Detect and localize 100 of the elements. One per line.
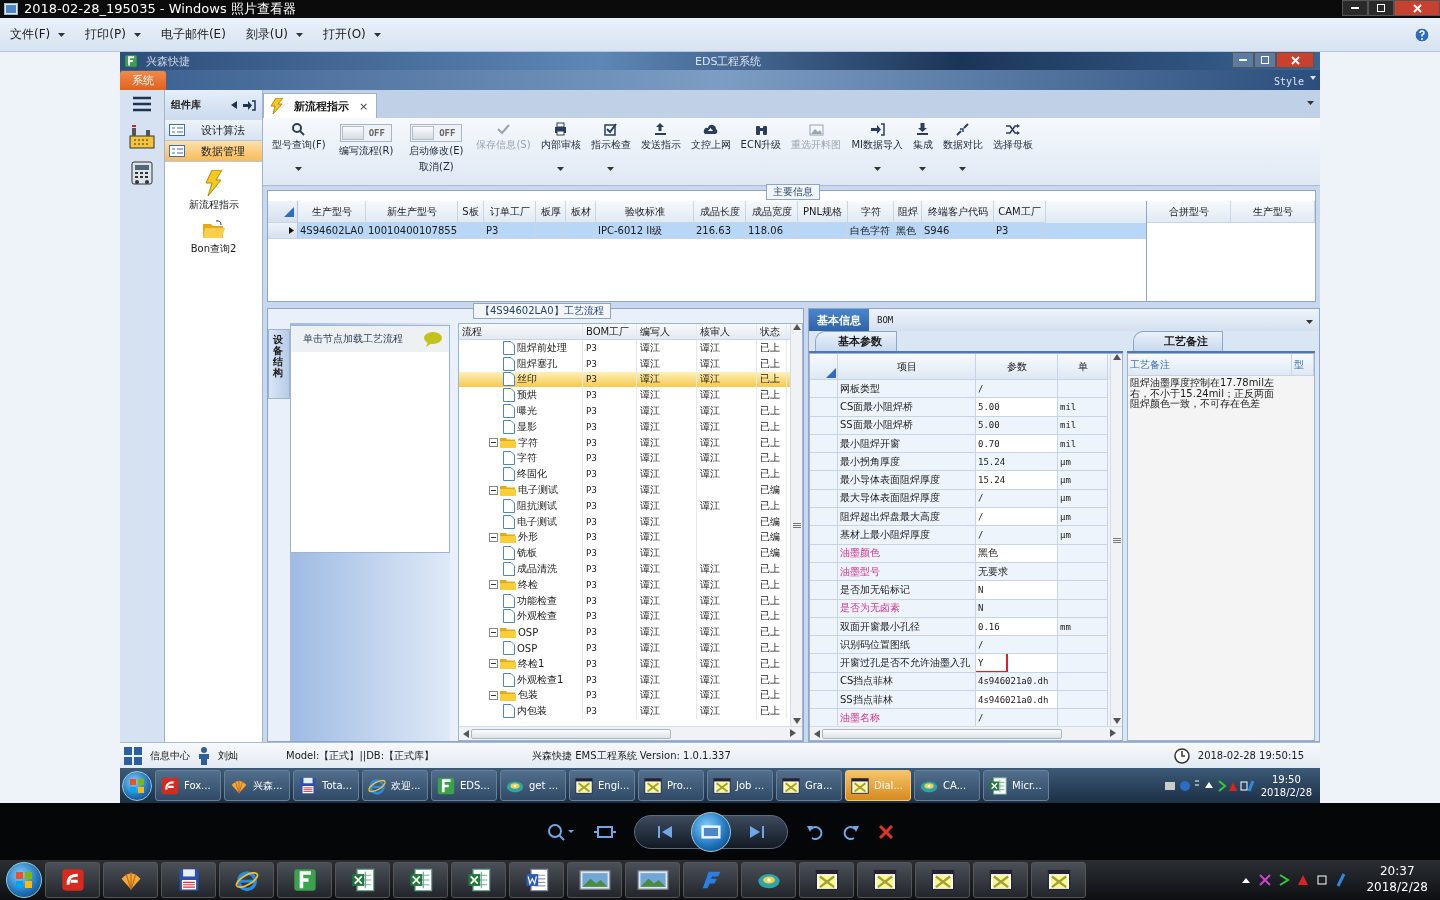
- previous-icon[interactable]: [657, 824, 673, 839]
- taskbar-button[interactable]: [45, 862, 100, 898]
- caret-icon[interactable]: [296, 32, 303, 37]
- next-icon[interactable]: [749, 824, 765, 839]
- taskbar-button[interactable]: Tota...: [293, 770, 359, 801]
- taskbar-button[interactable]: Gra...: [776, 770, 842, 801]
- start-button[interactable]: [6, 862, 42, 898]
- toolbar-button[interactable]: 型号查询(F): [269, 122, 329, 173]
- tree-row[interactable]: 阻焊前处理 P3 谭江 谭江 已上: [459, 340, 790, 356]
- sign-in-icon[interactable]: [243, 99, 256, 111]
- scrollbar[interactable]: [459, 726, 802, 740]
- taskbar-button[interactable]: [857, 862, 912, 898]
- taskbar-button[interactable]: CA...: [914, 770, 980, 801]
- tree-row[interactable]: 外形 P3 谭江 已编: [459, 529, 790, 546]
- close-button[interactable]: [1276, 52, 1314, 68]
- taskbar-button[interactable]: [915, 862, 970, 898]
- caret-icon[interactable]: [133, 32, 141, 37]
- tree-row[interactable]: 电子测试 P3 谭江 已编: [459, 513, 790, 530]
- menu-item[interactable]: 打印(P): [85, 26, 141, 43]
- start-button[interactable]: [122, 770, 152, 801]
- slideshow-button[interactable]: [691, 811, 731, 852]
- toolbar-button[interactable]: 发送指示: [637, 122, 684, 152]
- tree-row[interactable]: 曝光 P3 谭江 谭江 已上: [459, 403, 790, 419]
- zoom-icon[interactable]: [546, 821, 576, 842]
- lightning-icon[interactable]: [203, 170, 224, 196]
- scrollbar[interactable]: [810, 726, 1122, 740]
- minimize-button[interactable]: [1232, 52, 1254, 68]
- tree-row[interactable]: 字符 P3 谭江 谭江 已上: [459, 450, 790, 467]
- table-row[interactable]: SS挡点菲林 4s946021a0.dh: [810, 691, 1110, 710]
- table-row[interactable]: 最小拐角厚度 15.24 μm: [810, 453, 1110, 472]
- table-row[interactable]: 油墨名称 /: [810, 709, 1110, 726]
- tree-row[interactable]: 电子测试 P3 谭江 已编: [459, 482, 790, 498]
- toggle-switch[interactable]: OFF: [339, 124, 392, 142]
- taskbar-button[interactable]: [161, 862, 216, 898]
- taskbar-button[interactable]: EDS...: [431, 770, 497, 801]
- tree-row[interactable]: 终检1 P3 谭江 谭江 已上: [459, 655, 790, 672]
- tree-row[interactable]: OSP P3 谭江 谭江 已上: [459, 640, 790, 656]
- tree-row[interactable]: 丝印 P3 谭江 谭江 已上: [459, 371, 790, 388]
- taskbar-button[interactable]: [741, 862, 796, 898]
- taskbar-button[interactable]: [1031, 862, 1086, 898]
- menu-item[interactable]: 刻录(U): [245, 26, 303, 43]
- taskbar-button[interactable]: 兴森...: [224, 770, 290, 801]
- collapse-icon[interactable]: [489, 438, 498, 448]
- maximize-button[interactable]: [1368, 0, 1394, 16]
- taskbar-button[interactable]: [799, 862, 854, 898]
- taskbar-button[interactable]: [509, 862, 564, 898]
- collapse-icon[interactable]: [489, 580, 498, 590]
- menu-item[interactable]: 打开(O): [323, 26, 381, 43]
- caret-icon[interactable]: [873, 167, 881, 171]
- scroll-right-icon[interactable]: [790, 728, 798, 737]
- help-icon[interactable]: [1414, 26, 1430, 43]
- toolbar-button[interactable]: 数据对比: [939, 122, 986, 173]
- tree-row[interactable]: 外观检查1 P3 谭江 谭江 已上: [459, 671, 790, 688]
- tree-row[interactable]: 终检 P3 谭江 谭江 已上: [459, 576, 790, 593]
- factory-icon[interactable]: [128, 122, 156, 150]
- toolbar-button[interactable]: MI数据导入: [848, 122, 906, 173]
- scrollbar[interactable]: [790, 324, 802, 726]
- taskbar-button[interactable]: [219, 862, 274, 898]
- scroll-up-icon[interactable]: [792, 324, 801, 332]
- tree-row[interactable]: 包装 P3 谭江 谭江 已上: [459, 687, 790, 704]
- delete-icon[interactable]: [878, 823, 894, 840]
- collapse-icon[interactable]: [489, 532, 498, 542]
- table-row[interactable]: 4S94602LA0 10010400107855 P3 IPC-6012 II级 216.63 118.06 白色字符 黑色 S946 P3: [268, 223, 1146, 239]
- collapse-icon[interactable]: [489, 485, 498, 495]
- toolbar-button[interactable]: 内部审核: [537, 122, 584, 173]
- tool-label[interactable]: Bon查询2: [190, 242, 237, 256]
- toolbar-button[interactable]: 选择母板: [989, 122, 1036, 152]
- taskbar-button[interactable]: [625, 862, 680, 898]
- triangle-left-icon[interactable]: [231, 101, 237, 109]
- table-row[interactable]: 是否加无铅标记 N: [810, 581, 1110, 600]
- tree-row[interactable]: 显影 P3 谭江 谭江 已上: [459, 419, 790, 435]
- section-tab[interactable]: 工艺备注: [1133, 331, 1223, 351]
- table-row[interactable]: 开窗过孔是否不允许油墨入孔 Y: [810, 654, 1110, 673]
- caret-icon[interactable]: [373, 32, 381, 37]
- tool-label[interactable]: 新流程指示: [188, 198, 239, 212]
- calculator-icon[interactable]: [129, 160, 155, 186]
- tree-row[interactable]: OSP P3 谭江 谭江 已上: [459, 624, 790, 641]
- maximize-button[interactable]: [1254, 52, 1276, 68]
- table-row[interactable]: CS面最小阻焊桥 5.00 mil: [810, 398, 1110, 417]
- tree-row[interactable]: 外观检查 P3 谭江 谭江 已上: [459, 608, 790, 625]
- taskbar-button[interactable]: [335, 862, 390, 898]
- toolbar-button[interactable]: 集成: [909, 122, 936, 173]
- taskbar-button[interactable]: Job ...: [707, 770, 773, 801]
- side-tab[interactable]: 设备结构: [268, 329, 290, 399]
- close-button[interactable]: [1394, 0, 1440, 16]
- tree-row[interactable]: 预烘 P3 谭江 谭江 已上: [459, 387, 790, 404]
- document-tab[interactable]: 新流程指示 ×: [263, 93, 378, 118]
- caret-icon[interactable]: [1306, 319, 1313, 324]
- caret-icon[interactable]: [295, 167, 303, 171]
- menu-icon[interactable]: [133, 96, 151, 112]
- tree-row[interactable]: 功能检查 P3 谭江 谭江 已上: [459, 592, 790, 609]
- caret-icon[interactable]: [1307, 101, 1314, 105]
- tree-row[interactable]: 成品清洗 P3 谭江 谭江 已上: [459, 561, 790, 577]
- tree-row[interactable]: 终固化 P3 谭江 谭江 已上: [459, 466, 790, 483]
- table-row[interactable]: 基材上最小阻焊厚度 / μm: [810, 526, 1110, 545]
- scroll-up-icon[interactable]: [1112, 354, 1121, 362]
- taskbar-button[interactable]: get ...: [500, 770, 566, 801]
- tree-row[interactable]: 字符 P3 谭江 谭江 已上: [459, 434, 790, 451]
- taskbar-button[interactable]: Micr...: [983, 770, 1049, 801]
- taskbar-button[interactable]: 欢迎...: [362, 770, 428, 801]
